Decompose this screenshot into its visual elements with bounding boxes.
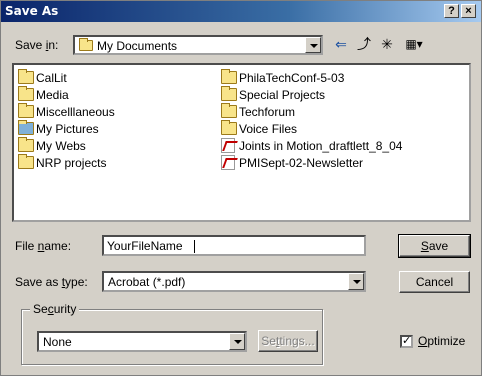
save-as-type-label-prefix: Save as: [15, 275, 62, 289]
folder-icon: [221, 103, 237, 118]
security-group-title: Security: [30, 302, 80, 316]
title-bar: Save As ? ×: [1, 1, 481, 22]
save-in-combo[interactable]: My Documents: [73, 35, 323, 55]
security-combo[interactable]: None: [37, 331, 247, 352]
folder-icon: [221, 86, 237, 101]
file-name: Techforum: [239, 105, 296, 119]
file-name: NRP projects: [36, 156, 107, 170]
save-as-type-combo[interactable]: Acrobat (*.pdf): [102, 271, 366, 292]
folder-icon: [221, 69, 237, 84]
window-title: Save As: [5, 4, 59, 18]
close-button[interactable]: ×: [461, 4, 476, 18]
file-name: Joints in Motion_draftlett_8_04: [239, 139, 403, 153]
save-in-value: My Documents: [97, 39, 178, 53]
file-name-label: File name:: [15, 239, 71, 253]
save-as-type-label: Save as type:: [15, 275, 88, 289]
back-icon[interactable]: ⇐: [331, 35, 351, 53]
file-name: My Webs: [36, 139, 86, 153]
file-name: PMISept-02-Newsletter: [239, 156, 364, 170]
folder-icon: [18, 154, 34, 169]
file-name: Media: [36, 88, 69, 102]
folder-icon: [18, 137, 34, 152]
file-name-label-suffix: ame:: [44, 239, 72, 253]
optimize-label: Optimize: [418, 334, 465, 348]
security-group: Security None Settings...: [21, 302, 323, 365]
security-value: None: [43, 335, 72, 349]
file-name: Special Projects: [239, 88, 326, 102]
optimize-checkbox[interactable]: ✓: [400, 335, 413, 348]
save-as-type-label-suffix: ype:: [65, 275, 88, 289]
save-as-type-value: Acrobat (*.pdf): [108, 275, 186, 289]
settings-label-suffix: tings...: [279, 334, 315, 348]
folder-icon: [18, 86, 34, 101]
file-name-value: YourFileName: [107, 239, 183, 253]
save-in-label-prefix: Save: [15, 38, 46, 52]
folder-icon: [221, 120, 237, 135]
up-folder-icon[interactable]: ⤴: [354, 35, 374, 53]
file-list[interactable]: CalLit Media Miscelllaneous My Pictures …: [12, 63, 471, 222]
file-name: Voice Files: [239, 122, 298, 136]
security-title-suffix: urity: [53, 302, 77, 316]
cancel-button[interactable]: Cancel: [399, 271, 470, 293]
text-cursor: [194, 240, 195, 253]
pdf-file-icon: [221, 138, 235, 153]
file-name: PhilaTechConf-5-03: [239, 71, 345, 85]
settings-button[interactable]: Settings...: [258, 330, 318, 352]
settings-label-prefix: Se: [261, 334, 276, 348]
optimize-label-rest: ptimize: [427, 334, 466, 348]
pictures-folder-icon: [18, 120, 34, 135]
chevron-down-icon[interactable]: [305, 37, 321, 53]
view-menu-icon[interactable]: ▦▾: [401, 35, 427, 53]
save-button-accel: S: [420, 239, 429, 253]
chevron-down-icon[interactable]: [348, 273, 364, 290]
help-button[interactable]: ?: [444, 4, 459, 18]
save-button[interactable]: Save: [398, 234, 471, 258]
my-documents-icon: [79, 38, 93, 51]
new-folder-icon[interactable]: ✳: [377, 35, 397, 53]
file-name-input[interactable]: YourFileName: [102, 235, 366, 256]
pdf-file-icon: [221, 155, 235, 170]
save-as-dialog: Save As ? × Save in: My Documents ⇐ ⤴ ✳ …: [0, 0, 482, 376]
optimize-label-accel: O: [418, 334, 428, 348]
save-button-label: ave: [428, 239, 449, 253]
save-in-label-suffix: n:: [48, 38, 59, 52]
save-in-label: Save in:: [15, 38, 58, 52]
file-name: CalLit: [36, 71, 67, 85]
folder-icon: [18, 103, 34, 118]
chevron-down-icon[interactable]: [229, 333, 245, 350]
file-name: Miscelllaneous: [36, 105, 115, 119]
folder-icon: [18, 69, 34, 84]
security-title-prefix: Se: [33, 302, 48, 316]
file-name: My Pictures: [36, 122, 99, 136]
file-name-label-prefix: File: [15, 239, 38, 253]
